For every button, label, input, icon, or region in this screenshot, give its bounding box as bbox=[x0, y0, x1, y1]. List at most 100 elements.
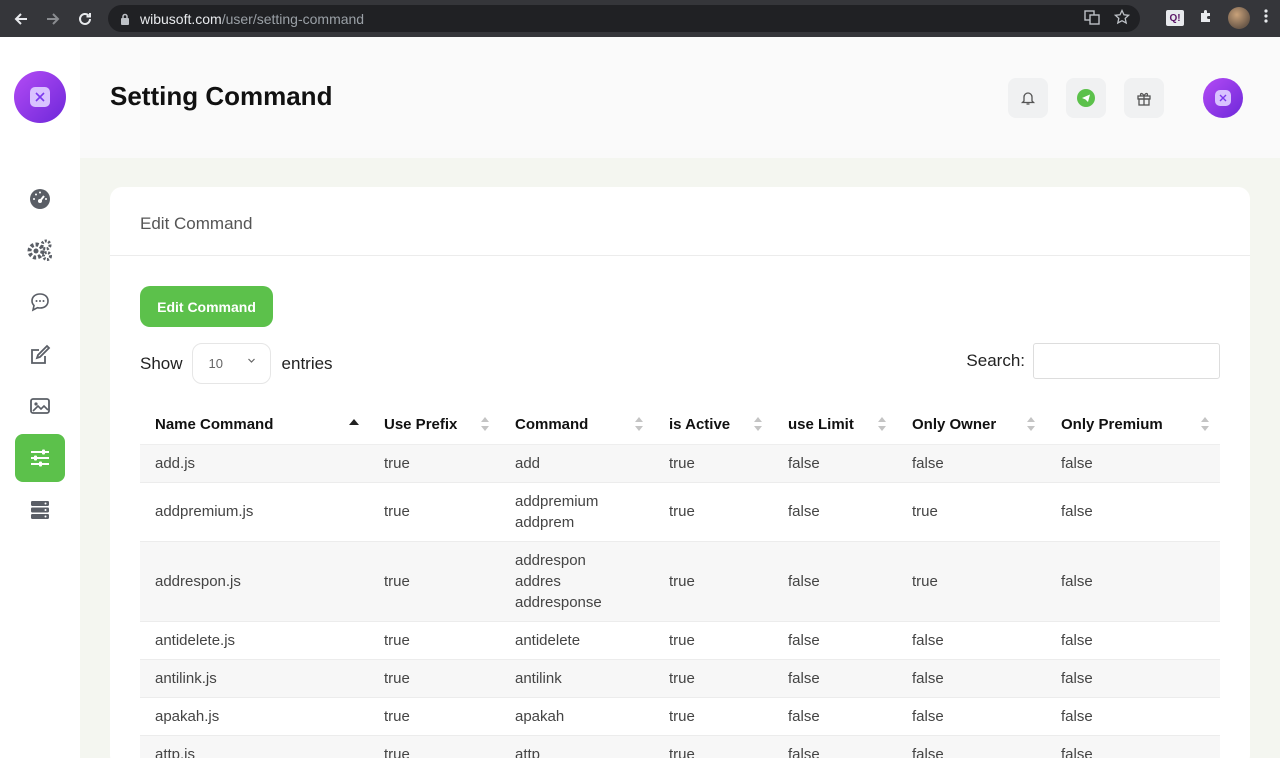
gears-icon bbox=[27, 239, 52, 261]
notifications-button[interactable] bbox=[1008, 78, 1048, 118]
sort-icon bbox=[1200, 417, 1210, 431]
sort-icon bbox=[877, 417, 887, 431]
gift-button[interactable] bbox=[1124, 78, 1164, 118]
cell-owner: false bbox=[897, 621, 1046, 660]
cell-command: addpremium addprem bbox=[500, 482, 654, 542]
column-header-name-command[interactable]: Name Command bbox=[140, 406, 369, 445]
column-header-label: Command bbox=[515, 416, 589, 434]
table-row[interactable]: antilink.js true antilink true false fal… bbox=[140, 659, 1220, 698]
command-alias: antilink bbox=[515, 669, 562, 687]
sidebar-item-settings[interactable] bbox=[15, 226, 65, 274]
table-row[interactable]: antidelete.js true antidelete true false… bbox=[140, 621, 1220, 660]
cell-owner: false bbox=[897, 697, 1046, 736]
command-alias: addrespon bbox=[515, 551, 586, 569]
user-avatar[interactable] bbox=[1203, 78, 1243, 118]
search-label: Search: bbox=[966, 351, 1025, 370]
sidebar-item-chat[interactable] bbox=[15, 278, 65, 326]
server-icon bbox=[31, 501, 49, 519]
sidebar-item-setting-command[interactable] bbox=[15, 434, 65, 482]
cell-prefix: true bbox=[369, 444, 500, 483]
cell-limit: false bbox=[773, 482, 897, 542]
command-alias: add bbox=[515, 454, 541, 472]
card-divider bbox=[110, 255, 1250, 256]
cell-active: true bbox=[654, 444, 773, 483]
browser-toolbar: wibusoft.com/user/setting-command Q! bbox=[0, 0, 1280, 37]
cell-command: addrespon addres addresponse bbox=[500, 541, 654, 622]
sort-icon bbox=[480, 417, 490, 431]
cell-premium: false bbox=[1046, 444, 1220, 483]
avatar-mark-icon bbox=[1215, 90, 1231, 106]
cell-owner: true bbox=[897, 541, 1046, 622]
table-row[interactable]: attp.js true attp true false false false bbox=[140, 735, 1220, 758]
telegram-button[interactable] bbox=[1066, 78, 1106, 118]
translate-icon[interactable] bbox=[1084, 9, 1100, 28]
bell-icon bbox=[1020, 92, 1036, 105]
more-vert-icon[interactable] bbox=[1264, 8, 1268, 28]
cell-limit: false bbox=[773, 659, 897, 698]
command-alias: apakah bbox=[515, 707, 565, 725]
logo-mark-icon bbox=[30, 87, 50, 107]
cell-prefix: true bbox=[369, 541, 500, 622]
cell-premium: false bbox=[1046, 735, 1220, 758]
sidebar-item-image[interactable] bbox=[15, 382, 65, 430]
cell-prefix: true bbox=[369, 482, 500, 542]
sort-icon bbox=[634, 417, 644, 431]
table-row[interactable]: add.js true add true false false false bbox=[140, 444, 1220, 483]
sidebar-item-dashboard[interactable] bbox=[15, 175, 65, 223]
chevron-down-icon bbox=[247, 356, 256, 368]
cell-active: true bbox=[654, 697, 773, 736]
lock-icon bbox=[120, 13, 130, 25]
image-icon bbox=[30, 398, 50, 414]
cell-premium: false bbox=[1046, 697, 1220, 736]
cell-premium: false bbox=[1046, 541, 1220, 622]
sidebar-item-edit[interactable] bbox=[15, 331, 65, 379]
column-header-use-prefix[interactable]: Use Prefix bbox=[369, 406, 500, 445]
edit-command-button[interactable]: Edit Command bbox=[140, 286, 273, 327]
address-bar[interactable]: wibusoft.com/user/setting-command bbox=[108, 5, 1140, 32]
extension-q-icon[interactable]: Q! bbox=[1166, 10, 1184, 26]
cell-name: antidelete.js bbox=[140, 621, 369, 660]
column-header-command[interactable]: Command bbox=[500, 406, 654, 445]
column-header-use-limit[interactable]: use Limit bbox=[773, 406, 897, 445]
entries-select[interactable]: 10 bbox=[191, 343, 271, 384]
cell-name: attp.js bbox=[140, 735, 369, 758]
back-arrow-icon[interactable] bbox=[10, 8, 32, 30]
cell-name: add.js bbox=[140, 444, 369, 483]
cell-prefix: true bbox=[369, 659, 500, 698]
sliders-icon bbox=[31, 449, 49, 467]
search-input[interactable] bbox=[1033, 343, 1220, 379]
column-header-is-active[interactable]: is Active bbox=[654, 406, 773, 445]
cell-active: true bbox=[654, 482, 773, 542]
column-header-only-owner[interactable]: Only Owner bbox=[897, 406, 1046, 445]
app-logo[interactable] bbox=[14, 71, 66, 123]
forward-arrow-icon[interactable] bbox=[42, 8, 64, 30]
profile-avatar[interactable] bbox=[1228, 7, 1250, 29]
cell-active: true bbox=[654, 621, 773, 660]
url-text: wibusoft.com/user/setting-command bbox=[140, 10, 365, 27]
entries-value: 10 bbox=[208, 356, 223, 371]
page-header: Setting Command bbox=[80, 37, 1280, 158]
page-title: Setting Command bbox=[110, 81, 333, 111]
cell-limit: false bbox=[773, 621, 897, 660]
table-row[interactable]: addrespon.js true addrespon addres addre… bbox=[140, 541, 1220, 622]
sort-ascending-icon bbox=[349, 419, 359, 425]
table-row[interactable]: apakah.js true apakah true false false f… bbox=[140, 697, 1220, 736]
cell-command: antidelete bbox=[500, 621, 654, 660]
star-icon[interactable] bbox=[1113, 8, 1131, 28]
column-header-only-premium[interactable]: Only Premium bbox=[1046, 406, 1220, 445]
telegram-icon bbox=[1077, 89, 1095, 107]
command-alias: addprem bbox=[515, 513, 575, 531]
sidebar-item-server[interactable] bbox=[15, 486, 65, 534]
reload-icon[interactable] bbox=[74, 8, 96, 30]
table-header-row: Name Command Use Prefix Command is Activ… bbox=[140, 406, 1220, 445]
sort-icon bbox=[753, 417, 763, 431]
cell-name: addpremium.js bbox=[140, 482, 369, 542]
commands-table: Name Command Use Prefix Command is Activ… bbox=[140, 406, 1220, 758]
puzzle-icon[interactable] bbox=[1198, 8, 1214, 28]
cell-owner: false bbox=[897, 444, 1046, 483]
table-row[interactable]: addpremium.js true addpremium addprem tr… bbox=[140, 482, 1220, 542]
cell-name: addrespon.js bbox=[140, 541, 369, 622]
chat-bubble-icon bbox=[31, 293, 49, 312]
column-header-label: Use Prefix bbox=[384, 416, 458, 434]
cell-prefix: true bbox=[369, 621, 500, 660]
